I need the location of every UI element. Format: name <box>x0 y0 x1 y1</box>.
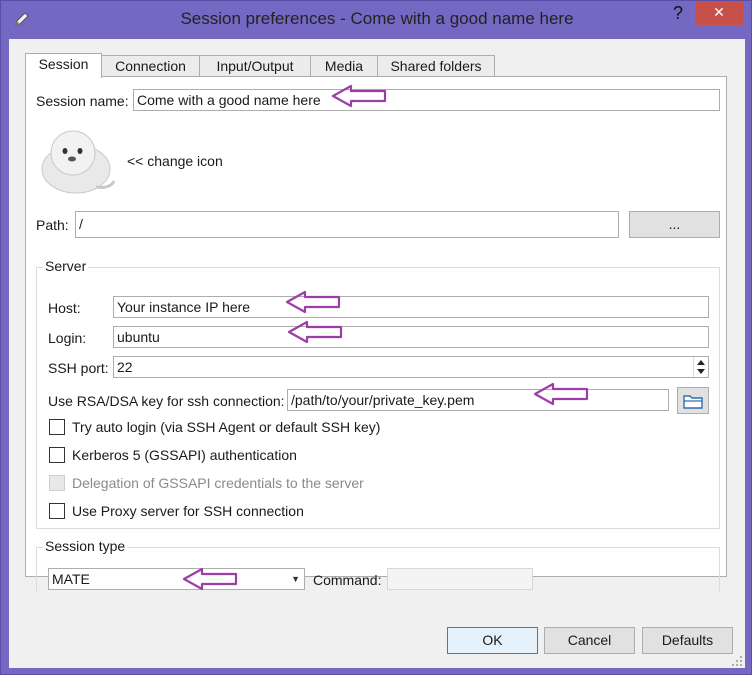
cancel-button[interactable]: Cancel <box>544 627 635 654</box>
gssapi-delegation-label: Delegation of GSSAPI credentials to the … <box>72 475 364 491</box>
title-bar[interactable]: Session preferences - Come with a good n… <box>1 1 752 39</box>
browse-key-button[interactable] <box>677 387 709 414</box>
proxy-checkbox[interactable] <box>49 503 65 519</box>
ssh-port-label: SSH port: <box>48 360 109 376</box>
session-type-value: MATE <box>52 571 90 587</box>
annotation-arrow-icon <box>182 567 238 591</box>
resize-grip-icon[interactable] <box>731 655 743 667</box>
dialog-body: Session Connection Input/Output Media Sh… <box>9 39 745 668</box>
kerberos-checkbox[interactable] <box>49 447 65 463</box>
ssh-port-input[interactable]: 22 <box>113 356 709 378</box>
kerberos-label: Kerberos 5 (GSSAPI) authentication <box>72 447 297 463</box>
path-input[interactable]: / <box>75 211 619 238</box>
command-input <box>387 568 533 590</box>
server-group: Server Host: Your instance IP here Login… <box>36 258 720 529</box>
auto-login-checkbox[interactable] <box>49 419 65 435</box>
auto-login-label: Try auto login (via SSH Agent or default… <box>72 419 381 435</box>
annotation-arrow-icon <box>533 382 589 406</box>
seal-icon[interactable] <box>38 125 116 197</box>
annotation-arrow-icon <box>287 320 343 344</box>
annotation-arrow-icon <box>331 84 387 108</box>
window-title: Session preferences - Come with a good n… <box>180 9 574 28</box>
session-tab-page: Session name: Come with a good name here… <box>25 76 727 593</box>
host-input[interactable]: Your instance IP here <box>113 296 709 318</box>
proxy-label: Use Proxy server for SSH connection <box>72 503 304 519</box>
chevron-down-icon: ▼ <box>291 574 300 584</box>
host-label: Host: <box>48 300 81 316</box>
session-type-group-title: Session type <box>43 538 128 554</box>
session-type-select[interactable]: MATE ▼ <box>48 568 305 590</box>
ssh-key-input[interactable]: /path/to/your/private_key.pem <box>287 389 669 411</box>
server-group-title: Server <box>43 258 89 274</box>
command-label: Command: <box>313 572 382 588</box>
close-button[interactable]: ✕ <box>695 1 743 25</box>
browse-path-button[interactable]: ... <box>629 211 720 238</box>
login-label: Login: <box>48 330 87 346</box>
tab-media[interactable]: Media <box>310 55 378 77</box>
dialog-window: Session preferences - Come with a good n… <box>0 0 752 675</box>
tab-connection[interactable]: Connection <box>101 55 200 77</box>
ssh-port-spinner[interactable] <box>693 357 707 377</box>
annotation-arrow-icon <box>285 290 341 314</box>
session-name-input[interactable]: Come with a good name here <box>133 89 720 111</box>
gssapi-delegation-checkbox <box>49 475 65 491</box>
defaults-button[interactable]: Defaults <box>642 627 733 654</box>
tab-session[interactable]: Session <box>25 53 102 78</box>
session-type-group: Session type MATE ▼ Command: <box>36 538 720 593</box>
login-input[interactable]: ubuntu <box>113 326 709 348</box>
tab-shared-folders[interactable]: Shared folders <box>377 55 495 77</box>
ok-button[interactable]: OK <box>447 627 538 654</box>
ssh-key-label: Use RSA/DSA key for ssh connection: <box>48 393 285 409</box>
tab-input-output[interactable]: Input/Output <box>199 55 311 77</box>
session-name-label: Session name: <box>36 93 129 109</box>
path-label: Path: <box>36 217 69 233</box>
folder-icon <box>683 395 703 409</box>
change-icon-label[interactable]: << change icon <box>127 153 223 169</box>
help-button[interactable]: ? <box>665 1 691 25</box>
